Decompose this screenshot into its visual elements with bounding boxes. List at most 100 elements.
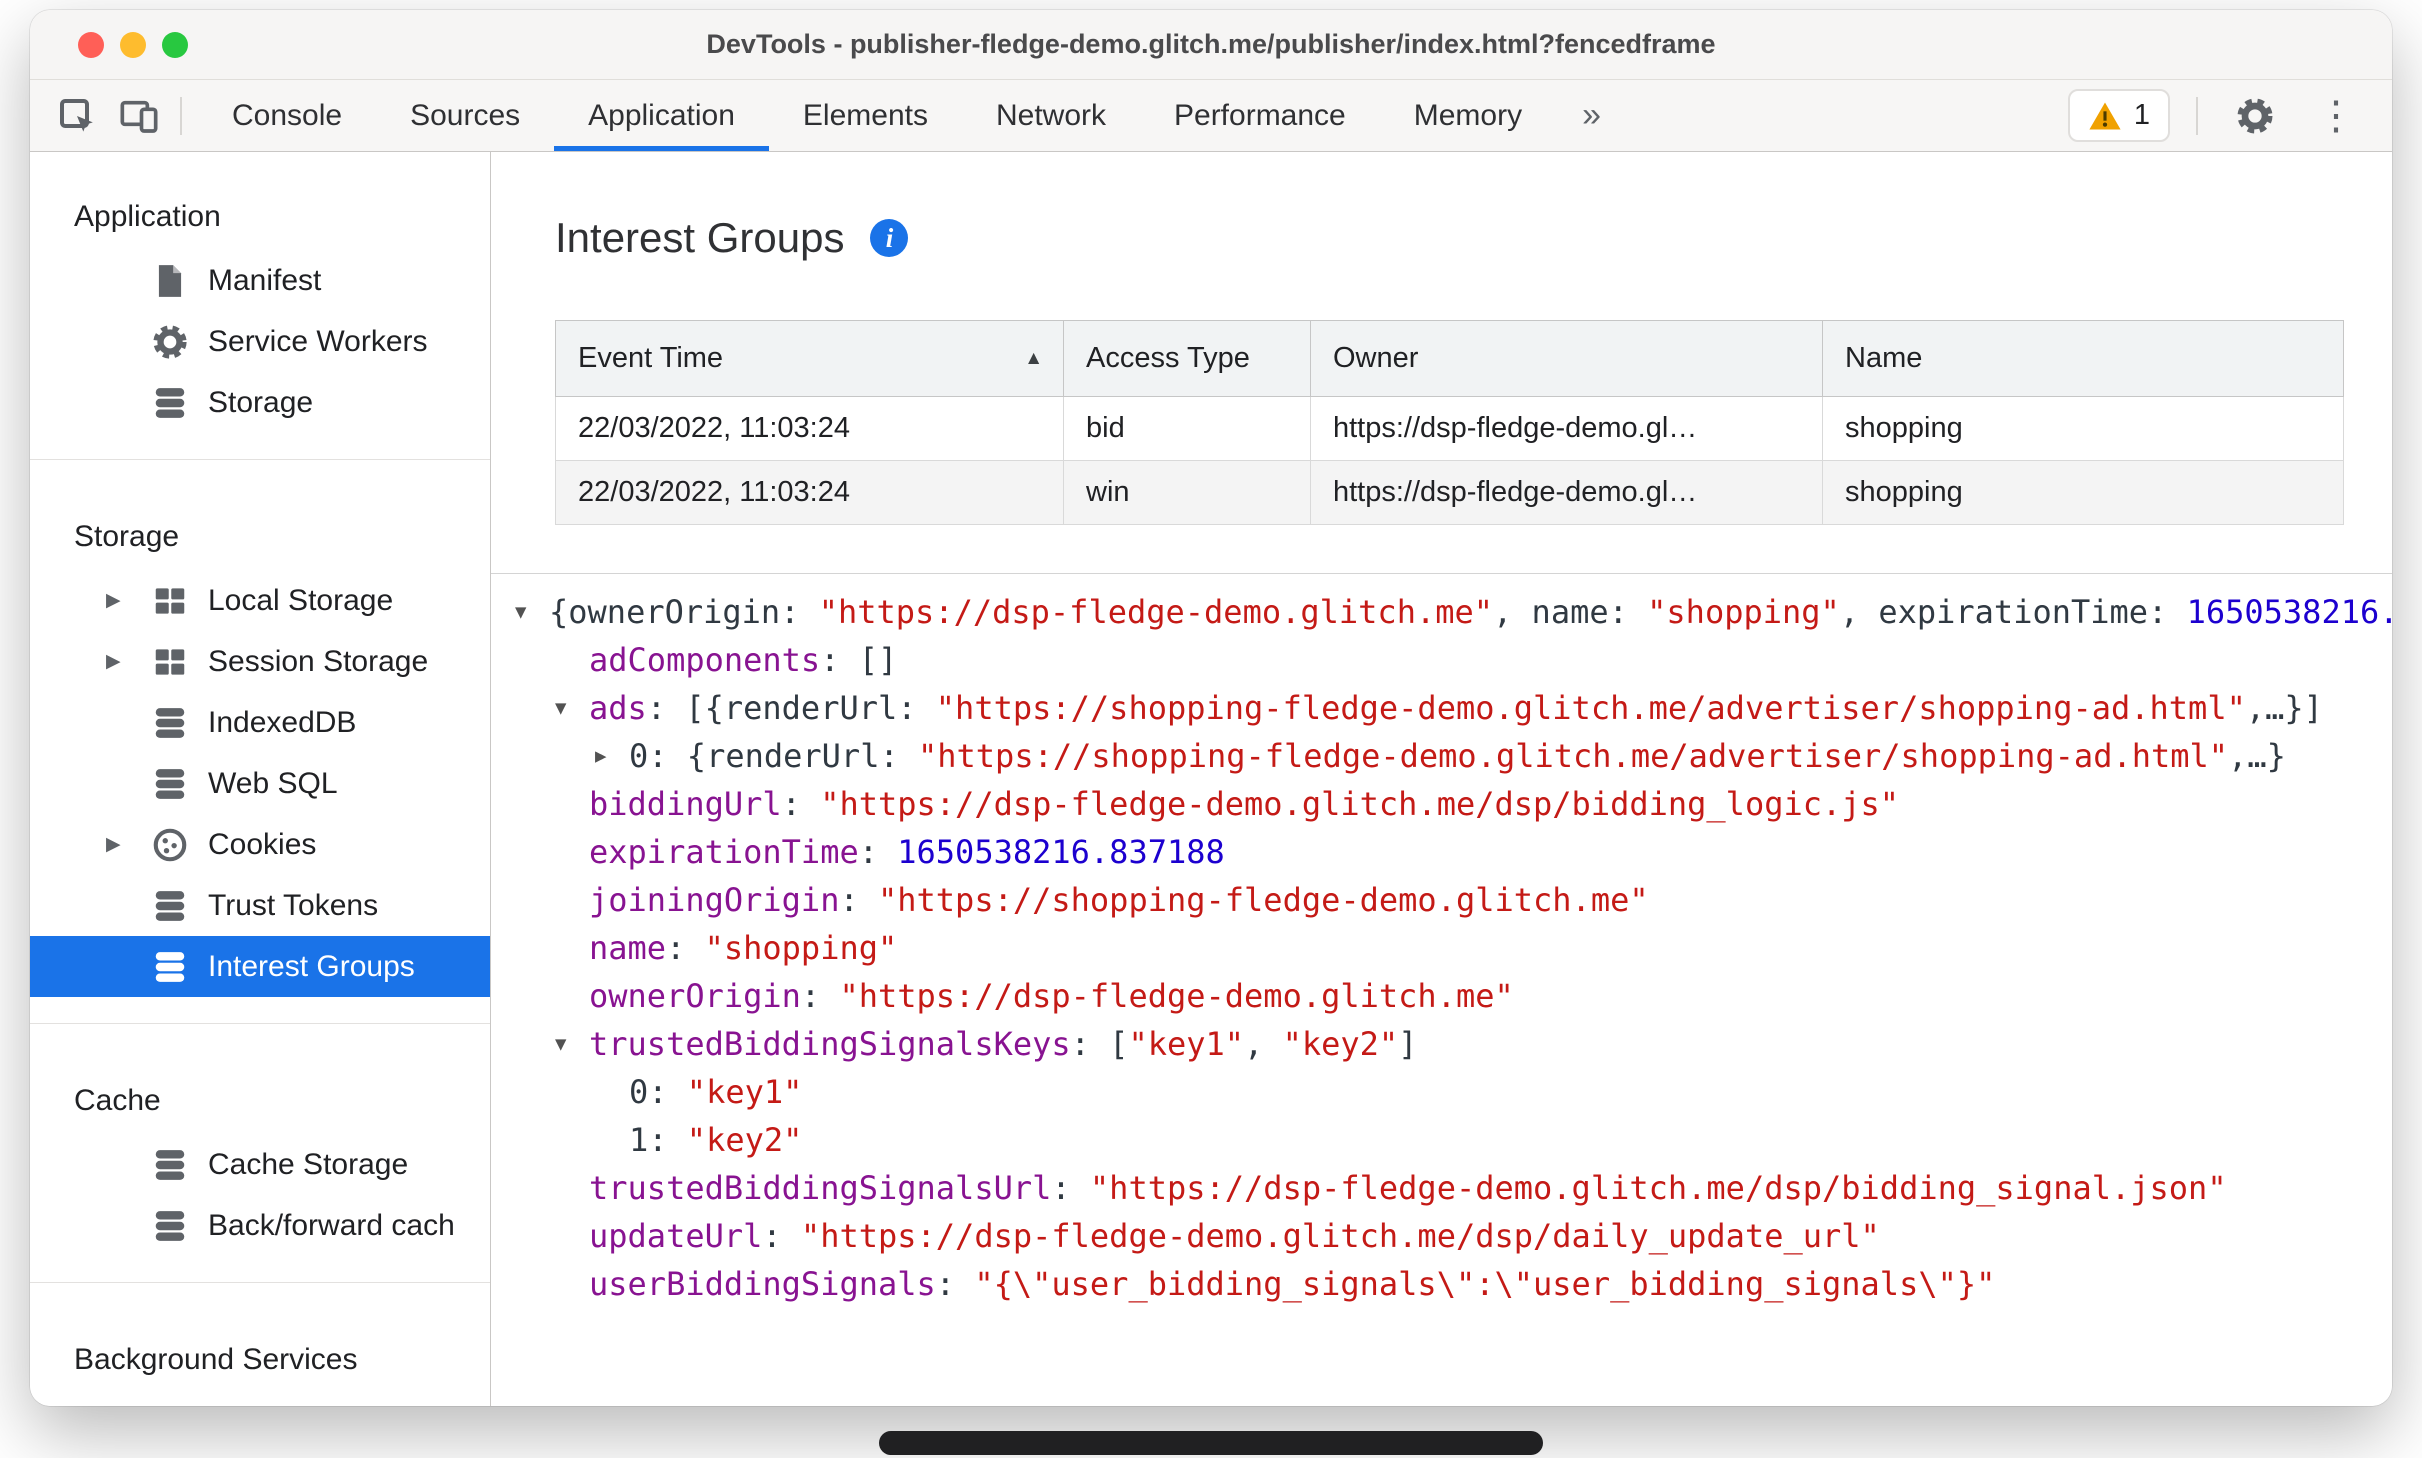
up-down-arrows-icon xyxy=(150,1404,190,1407)
cell-name[interactable]: shopping xyxy=(1822,460,2344,525)
sidebar-item-label: Trust Tokens xyxy=(208,888,379,922)
toolbar-separator xyxy=(2196,96,2198,135)
json-punctuation: [] xyxy=(858,641,898,679)
traffic-lights xyxy=(78,10,188,79)
sidebar-item-label: Web SQL xyxy=(208,766,338,800)
tab-memory[interactable]: Memory xyxy=(1380,80,1556,151)
json-punctuation: : xyxy=(666,929,705,967)
tree-row[interactable]: ▼ trustedBiddingSignalsKeys: ["key1", "ke… xyxy=(491,1020,2392,1068)
sidebar-item-storage[interactable]: Storage xyxy=(30,372,490,433)
tree-row[interactable]: ownerOrigin: "https://dsp-fledge-demo.gl… xyxy=(491,972,2392,1020)
sidebar-item-manifest[interactable]: Manifest xyxy=(30,250,490,311)
minimize-button[interactable] xyxy=(120,31,146,58)
json-string: "https://dsp-fledge-demo.glitch.me/dsp/b… xyxy=(1089,1169,2227,1207)
more-tabs-button[interactable]: » xyxy=(1556,80,1627,151)
tree-row[interactable]: ▼{ownerOrigin: "https://dsp-fledge-demo.… xyxy=(491,588,2392,636)
sidebar-item-cookies[interactable]: ▶ Cookies xyxy=(30,814,490,875)
sidebar-item-indexeddb[interactable]: IndexedDB xyxy=(30,692,490,753)
cell-event-time[interactable]: 22/03/2022, 11:03:24 xyxy=(555,460,1064,525)
json-punctuation: , xyxy=(1493,593,1532,631)
sidebar-item-web-sql[interactable]: Web SQL xyxy=(30,753,490,814)
tree-row[interactable]: trustedBiddingSignalsUrl: "https://dsp-f… xyxy=(491,1164,2392,1212)
table-row[interactable]: 22/03/2022, 11:03:24 bid https://dsp-fle… xyxy=(555,396,2344,461)
column-header-access-type[interactable]: Access Type xyxy=(1063,320,1311,397)
sidebar-item-interest-groups[interactable]: Interest Groups xyxy=(30,936,490,997)
sidebar-item-service-workers[interactable]: Service Workers xyxy=(30,311,490,372)
tree-row[interactable]: name: "shopping" xyxy=(491,924,2392,972)
json-punctuation: name xyxy=(1531,593,1609,631)
tree-row[interactable]: 1: "key2" xyxy=(491,1116,2392,1164)
cell-access-type[interactable]: win xyxy=(1063,460,1311,525)
info-icon[interactable]: i xyxy=(870,219,909,257)
json-string: "shopping" xyxy=(704,929,898,967)
json-string: "key2" xyxy=(686,1121,803,1159)
gear-icon xyxy=(150,322,190,362)
warnings-counter-button[interactable]: 1 xyxy=(2067,89,2170,142)
tree-row[interactable]: 0: "key1" xyxy=(491,1068,2392,1116)
disclosure-triangle-icon[interactable]: ▼ xyxy=(555,697,589,719)
inspect-element-button[interactable] xyxy=(46,80,108,151)
json-punctuation: ] xyxy=(1398,1025,1418,1063)
tree-row[interactable]: adComponents: [] xyxy=(491,636,2392,684)
sidebar-item-local-storage[interactable]: ▶ Local Storage xyxy=(30,570,490,631)
tree-row[interactable]: updateUrl: "https://dsp-fledge-demo.glit… xyxy=(491,1212,2392,1260)
close-button[interactable] xyxy=(78,31,104,58)
tree-row[interactable]: userBiddingSignals: "{\"user_bidding_sig… xyxy=(491,1260,2392,1308)
tab-console[interactable]: Console xyxy=(198,80,376,151)
cell-owner[interactable]: https://dsp-fledge-demo.gl… xyxy=(1310,460,1823,525)
tab-network[interactable]: Network xyxy=(962,80,1140,151)
json-punctuation: , xyxy=(1839,593,1879,631)
cell-access-type[interactable]: bid xyxy=(1063,396,1311,461)
sidebar-item-background-fetch[interactable]: Background Fetch xyxy=(30,1393,490,1406)
expand-arrow-icon[interactable]: ▶ xyxy=(106,650,150,673)
disclosure-triangle-icon[interactable]: ▼ xyxy=(555,1033,589,1055)
sort-ascending-icon: ▲ xyxy=(1024,347,1043,369)
column-header-owner[interactable]: Owner xyxy=(1310,320,1823,397)
json-punctuation: 1 xyxy=(629,1121,649,1159)
disclosure-triangle-icon[interactable]: ▶ xyxy=(595,745,629,767)
cell-owner[interactable]: https://dsp-fledge-demo.gl… xyxy=(1310,396,1823,461)
cell-name[interactable]: shopping xyxy=(1822,396,2344,461)
sidebar-item-label: Manifest xyxy=(208,263,322,297)
sidebar-item-session-storage[interactable]: ▶ Session Storage xyxy=(30,631,490,692)
column-header-name[interactable]: Name xyxy=(1822,320,2344,397)
json-punctuation: : xyxy=(820,641,859,679)
expand-arrow-icon[interactable]: ▶ xyxy=(106,833,150,856)
sidebar-divider xyxy=(30,1023,490,1024)
cell-event-time[interactable]: 22/03/2022, 11:03:24 xyxy=(555,396,1064,461)
table-icon xyxy=(150,642,190,682)
settings-button[interactable] xyxy=(2224,96,2286,136)
json-number: 1650538216.837188 xyxy=(897,833,1225,871)
sidebar-item-cache-storage[interactable]: Cache Storage xyxy=(30,1134,490,1195)
sidebar-item-label: IndexedDB xyxy=(208,705,357,739)
devtools-toolbar: Console Sources Application Elements Net… xyxy=(30,80,2392,152)
overflow-menu-button[interactable]: ⋮ xyxy=(2302,93,2370,139)
tab-application[interactable]: Application xyxy=(554,80,769,151)
table-row[interactable]: 22/03/2022, 11:03:24 win https://dsp-fle… xyxy=(555,460,2344,525)
toolbar-separator xyxy=(180,96,182,135)
tree-row[interactable]: ▼ ads: [{renderUrl: "https://shopping-fle… xyxy=(491,684,2392,732)
expand-arrow-icon[interactable]: ▶ xyxy=(106,589,150,612)
tree-row[interactable]: expirationTime: 1650538216.837188 xyxy=(491,828,2392,876)
tree-row[interactable]: joiningOrigin: "https://shopping-fledge-… xyxy=(491,876,2392,924)
tree-row[interactable]: ▶ 0: {renderUrl: "https://shopping-fledge… xyxy=(491,732,2392,780)
device-toolbar-button[interactable] xyxy=(108,80,170,151)
interest-groups-panel: Interest Groups i Event Time ▲ Access Ty… xyxy=(491,152,2392,1406)
json-punctuation: : xyxy=(781,785,821,823)
json-punctuation: : xyxy=(858,833,898,871)
sidebar-item-trust-tokens[interactable]: Trust Tokens xyxy=(30,875,490,936)
database-stack-icon xyxy=(150,703,190,743)
json-punctuation: : xyxy=(879,737,918,775)
column-header-event-time[interactable]: Event Time ▲ xyxy=(555,320,1064,397)
tab-elements[interactable]: Elements xyxy=(769,80,962,151)
tab-sources[interactable]: Sources xyxy=(376,80,554,151)
json-string: "https://shopping-fledge-demo.glitch.me/… xyxy=(935,689,2246,727)
tab-performance[interactable]: Performance xyxy=(1140,80,1380,151)
json-punctuation: 0 xyxy=(629,1073,649,1111)
zoom-button[interactable] xyxy=(162,31,188,58)
disclosure-triangle-icon[interactable]: ▼ xyxy=(515,601,549,623)
json-punctuation: [{ xyxy=(685,689,724,727)
sidebar-item-back-forward-cache[interactable]: Back/forward cach xyxy=(30,1195,490,1256)
tree-row[interactable]: biddingUrl: "https://dsp-fledge-demo.gli… xyxy=(491,780,2392,828)
section-header-application: Application xyxy=(74,200,221,233)
